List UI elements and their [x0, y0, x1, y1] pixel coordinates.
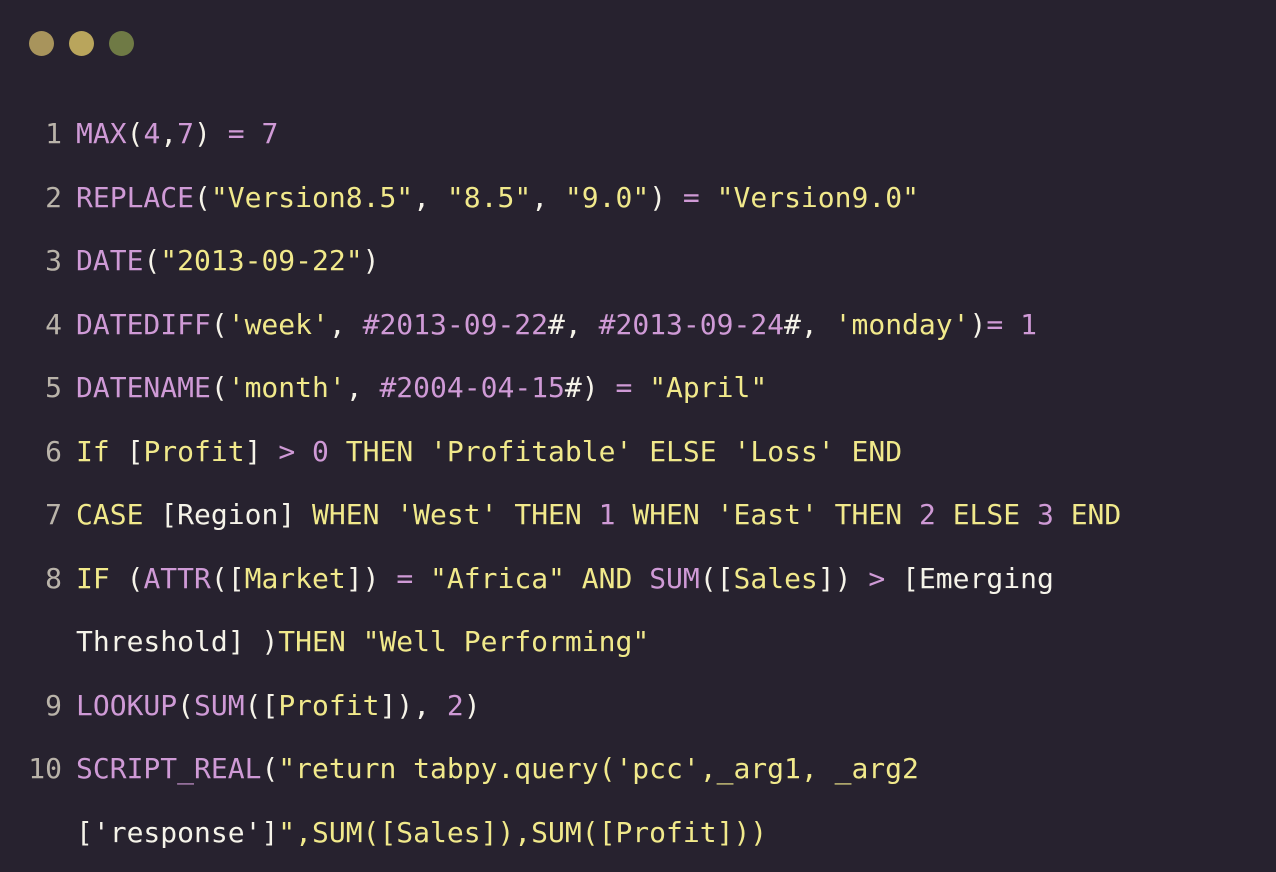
code-text: ['response']",SUM([Sales]),SUM([Profit])… [76, 815, 768, 849]
code-line: 2 REPLACE("Version8.5", "8.5", "9.0") = … [0, 166, 1276, 230]
code-text: SCRIPT_REAL("return tabpy.query('pcc',_a… [76, 752, 919, 785]
line-number: 4 [45, 307, 62, 341]
line-number: 7 [45, 498, 62, 531]
minimize-dot-icon[interactable] [69, 31, 94, 56]
code-text: REPLACE("Version8.5", "8.5", "9.0") = "V… [76, 180, 919, 214]
line-number: 10 [28, 752, 62, 785]
code-text: DATENAME('month', #2004-04-15#) = "April… [76, 371, 768, 404]
code-line: 8 IF (ATTR([Market]) = "Africa" AND SUM(… [0, 547, 1276, 611]
code-line: 3 DATE("2013-09-22") [0, 229, 1276, 293]
window-controls [29, 31, 134, 56]
line-number: 5 [45, 371, 62, 404]
line-number: 8 [45, 561, 62, 595]
code-text: CASE [Region] WHEN 'West' THEN 1 WHEN 'E… [76, 498, 1122, 531]
code-line: 7 CASE [Region] WHEN 'West' THEN 1 WHEN … [0, 483, 1276, 547]
code-text: LOOKUP(SUM([Profit]), 2) [76, 688, 481, 722]
code-line: 4 DATEDIFF('week', #2013-09-22#, #2013-0… [0, 293, 1276, 357]
code-text: Threshold] )THEN "Well Performing" [76, 625, 650, 658]
code-block: 1 MAX(4,7) = 7 2 REPLACE("Version8.5", "… [0, 102, 1276, 864]
code-window: 1 MAX(4,7) = 7 2 REPLACE("Version8.5", "… [0, 0, 1276, 872]
code-text: IF (ATTR([Market]) = "Africa" AND SUM([S… [76, 561, 1054, 595]
code-line: 1 MAX(4,7) = 7 [0, 102, 1276, 166]
code-line-continuation: ['response']",SUM([Sales]),SUM([Profit])… [0, 801, 1276, 865]
line-number: 9 [45, 688, 62, 722]
code-line-continuation: Threshold] )THEN "Well Performing" [0, 610, 1276, 674]
line-number: 3 [45, 244, 62, 277]
code-text: DATE("2013-09-22") [76, 244, 380, 277]
code-text: If [Profit] > 0 THEN 'Profitable' ELSE '… [76, 434, 903, 468]
code-line: 9 LOOKUP(SUM([Profit]), 2) [0, 674, 1276, 738]
close-dot-icon[interactable] [29, 31, 54, 56]
line-number: 1 [45, 117, 62, 150]
code-text: MAX(4,7) = 7 [76, 117, 279, 150]
code-line: 10 SCRIPT_REAL("return tabpy.query('pcc'… [0, 737, 1276, 801]
line-number: 6 [45, 434, 62, 468]
line-number: 2 [45, 180, 62, 214]
code-line: 5 DATENAME('month', #2004-04-15#) = "Apr… [0, 356, 1276, 420]
maximize-dot-icon[interactable] [109, 31, 134, 56]
code-text: DATEDIFF('week', #2013-09-22#, #2013-09-… [76, 307, 1037, 341]
code-line: 6 If [Profit] > 0 THEN 'Profitable' ELSE… [0, 420, 1276, 484]
